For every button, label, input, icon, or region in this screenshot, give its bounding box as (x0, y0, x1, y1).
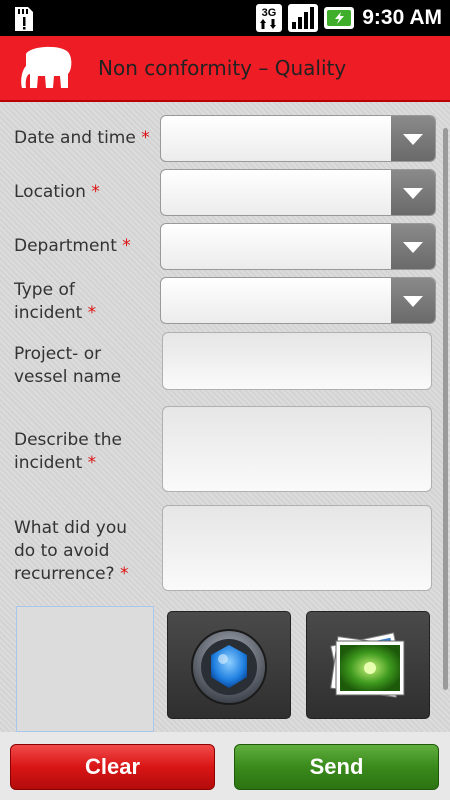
network-3g-icon: 3G (256, 4, 283, 32)
page-title: Non conformity – Quality (98, 56, 347, 80)
elephant-logo (21, 46, 72, 88)
camera-icon (191, 629, 267, 705)
describe-label: Describe the incident * (14, 429, 122, 475)
incident-type-label: Type of incident * (14, 279, 96, 325)
scrollbar[interactable] (443, 128, 448, 690)
avoid-label: What did you do to avoid recurrence? * (14, 517, 128, 586)
location-dropdown[interactable] (160, 169, 436, 216)
required-marker: * (119, 564, 129, 584)
project-name-input[interactable] (162, 332, 432, 390)
send-button[interactable]: Send (234, 744, 439, 790)
describe-input[interactable] (162, 406, 432, 492)
clock: 9:30 AM (362, 6, 442, 29)
department-label: Department * (14, 235, 131, 258)
date-time-label-text: Date and time (14, 128, 136, 148)
incident-type-label-line2: incident (14, 303, 83, 323)
required-marker: * (122, 236, 131, 256)
department-label-text: Department (14, 236, 117, 256)
location-label-text: Location (14, 182, 86, 202)
battery-icon (324, 7, 355, 29)
camera-button[interactable] (167, 611, 291, 719)
incident-type-label-line1: Type of (14, 280, 75, 300)
status-bar: 3G 9:30 AM (0, 0, 450, 36)
dropdown-button[interactable] (391, 224, 435, 269)
avoid-label-line1: What did you (14, 518, 128, 538)
required-marker: * (141, 128, 150, 148)
required-marker: * (87, 303, 97, 323)
sd-card-icon (15, 7, 33, 31)
project-name-label-line2: vessel name (14, 367, 122, 387)
network-label: 3G (262, 7, 277, 19)
dropdown-button[interactable] (391, 278, 435, 323)
gallery-icon (330, 632, 405, 698)
clear-button[interactable]: Clear (10, 744, 215, 790)
avoid-input[interactable] (162, 505, 432, 591)
photo-thumbnail[interactable] (16, 606, 154, 732)
avoid-label-line3: recurrence? (14, 564, 115, 584)
project-name-label: Project- or vessel name (14, 343, 121, 389)
describe-label-line1: Describe the (14, 430, 123, 450)
signal-icon (288, 4, 319, 32)
app-header: Non conformity – Quality (0, 36, 450, 102)
gallery-button[interactable] (306, 611, 430, 719)
required-marker: * (87, 453, 97, 473)
dropdown-button[interactable] (391, 170, 435, 215)
describe-label-line2: incident (14, 453, 83, 473)
chevron-down-icon (403, 242, 423, 253)
required-marker: * (91, 182, 100, 202)
project-name-label-line1: Project- or (14, 344, 102, 364)
avoid-label-line2: do to avoid (14, 541, 110, 561)
dropdown-button[interactable] (391, 116, 435, 161)
department-dropdown[interactable] (160, 223, 436, 270)
chevron-down-icon (403, 188, 423, 199)
date-time-dropdown[interactable] (160, 115, 436, 162)
incident-type-dropdown[interactable] (160, 277, 436, 324)
date-time-label: Date and time * (14, 127, 150, 150)
chevron-down-icon (403, 296, 423, 307)
location-label: Location * (14, 181, 100, 204)
chevron-down-icon (403, 134, 423, 145)
